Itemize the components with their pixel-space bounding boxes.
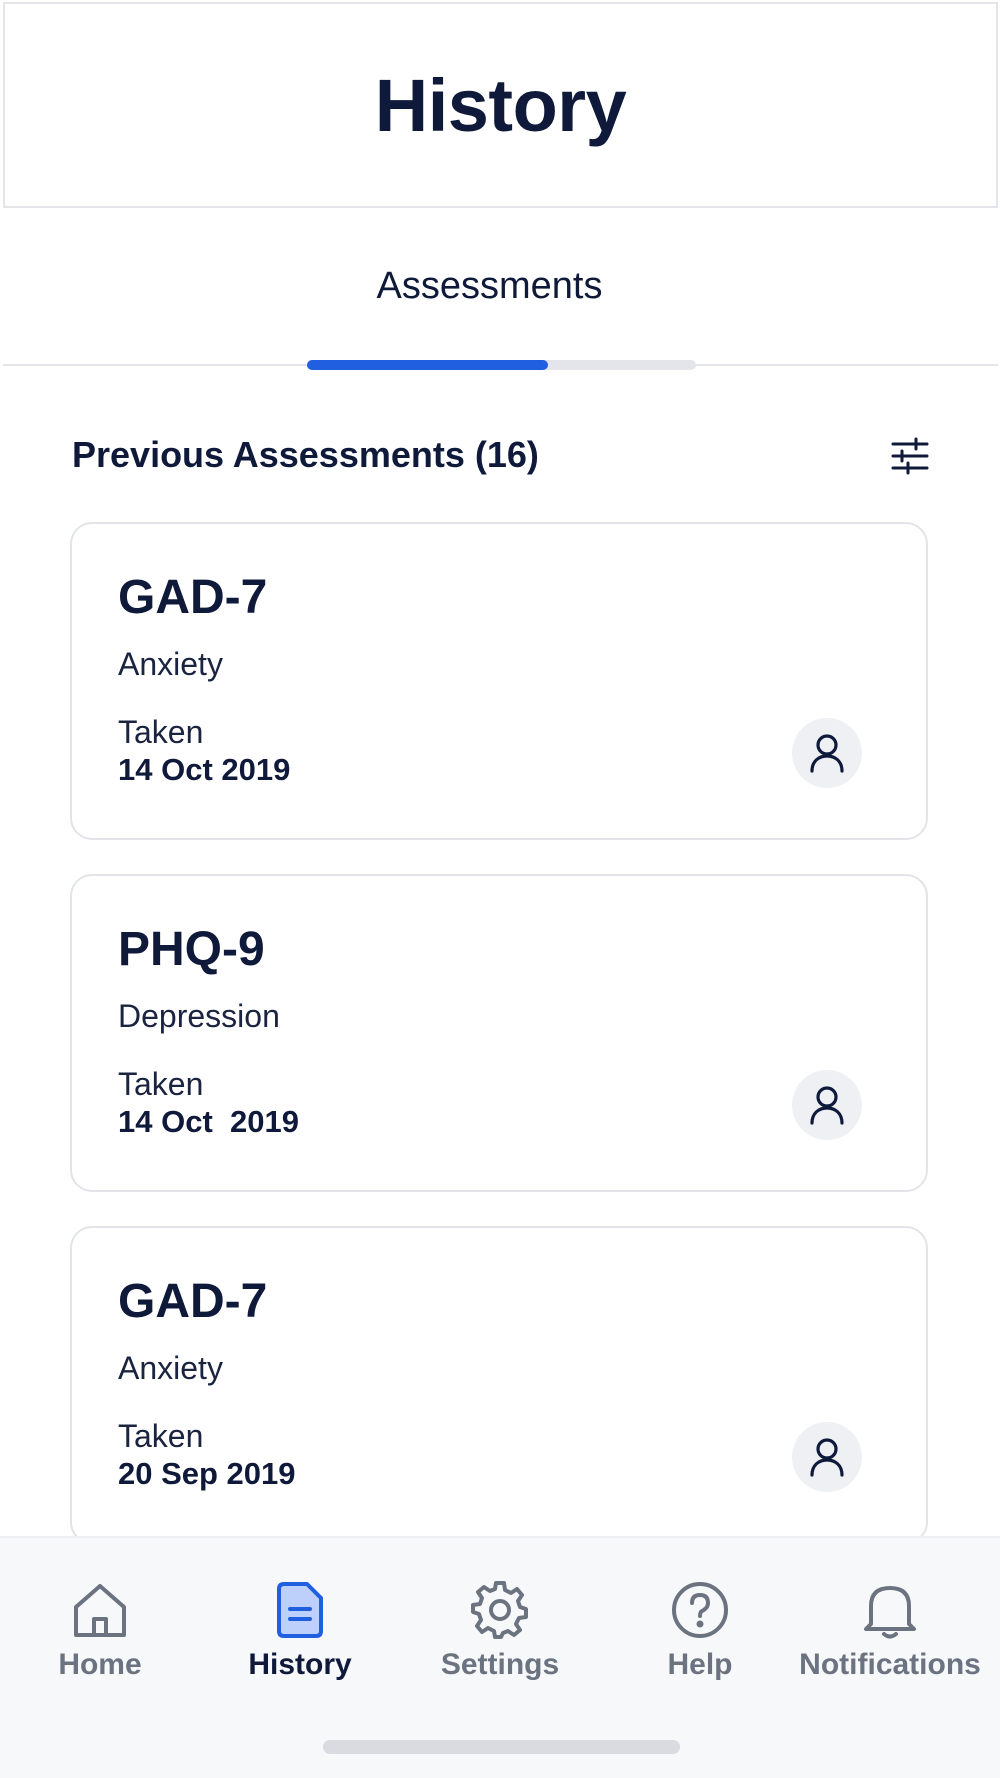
filter-button[interactable] <box>888 434 932 478</box>
taken-date: 14 Oct 2019 <box>118 1104 299 1139</box>
home-indicator <box>323 1740 680 1754</box>
nav-label: Help <box>667 1648 733 1681</box>
nav-label: Notifications <box>799 1648 981 1681</box>
assessment-category: Anxiety <box>118 646 223 682</box>
home-icon <box>68 1578 132 1642</box>
tab-assessments[interactable]: Assessments <box>3 265 998 308</box>
section-title: Previous Assessments (16) <box>72 434 539 475</box>
assessment-card[interactable]: PHQ-9 Depression Taken 14 Oct 2019 <box>70 874 928 1192</box>
assessment-card[interactable]: GAD-7 Anxiety Taken 14 Oct 2019 <box>70 522 928 840</box>
taken-date: 20 Sep 2019 <box>118 1456 296 1491</box>
assessment-card[interactable]: GAD-7 Anxiety Taken 20 Sep 2019 <box>70 1226 928 1544</box>
taken-date: 14 Oct 2019 <box>118 752 291 787</box>
nav-notifications[interactable]: Notifications <box>799 1578 981 1682</box>
assessment-category: Depression <box>118 998 280 1034</box>
taken-label: Taken <box>118 1418 204 1454</box>
taken-label: Taken <box>118 714 204 750</box>
assessment-code: PHQ-9 <box>118 923 265 976</box>
gear-icon <box>468 1578 532 1642</box>
page-header: History <box>3 2 998 208</box>
history-icon <box>268 1578 332 1642</box>
nav-label: History <box>248 1648 352 1681</box>
user-icon <box>810 734 844 773</box>
bell-icon <box>858 1578 922 1642</box>
avatar[interactable] <box>792 1070 862 1140</box>
user-icon <box>810 1086 844 1125</box>
taken-label: Taken <box>118 1066 204 1102</box>
nav-label: Settings <box>440 1648 560 1681</box>
assessment-category: Anxiety <box>118 1350 223 1386</box>
user-icon <box>810 1438 844 1477</box>
nav-home[interactable]: Home <box>10 1578 190 1682</box>
tab-indicator <box>307 360 549 370</box>
bottom-nav: Home History Settings Help Notifications <box>0 1536 1000 1778</box>
nav-label: Home <box>58 1648 142 1681</box>
filter-sliders-icon <box>891 437 929 475</box>
nav-help[interactable]: Help <box>610 1578 790 1682</box>
page-title: History <box>374 63 627 147</box>
tab-indicator-track <box>307 360 696 370</box>
assessment-code: GAD-7 <box>118 1275 268 1328</box>
assessment-code: GAD-7 <box>118 571 268 624</box>
tab-bar: Assessments <box>3 210 998 370</box>
nav-settings[interactable]: Settings <box>410 1578 590 1682</box>
help-icon <box>668 1578 732 1642</box>
nav-history[interactable]: History <box>210 1578 390 1682</box>
avatar[interactable] <box>792 1422 862 1492</box>
avatar[interactable] <box>792 718 862 788</box>
